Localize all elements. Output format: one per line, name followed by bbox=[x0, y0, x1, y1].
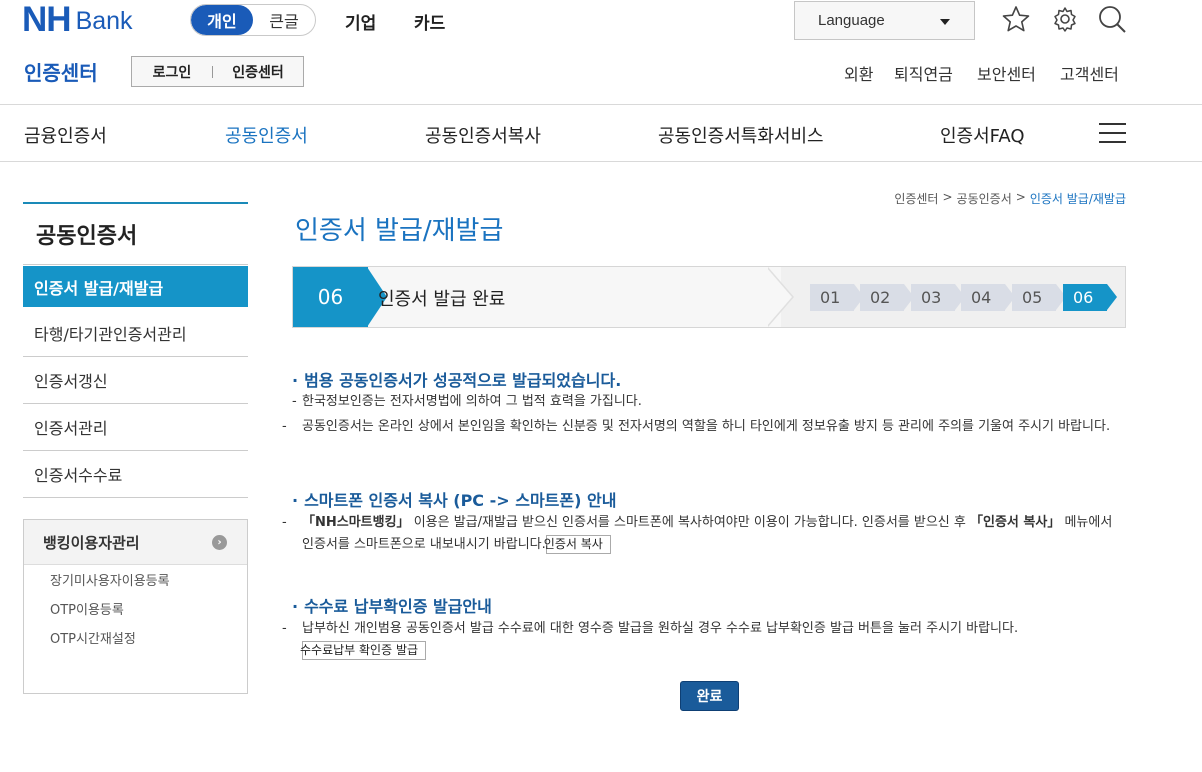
notice-line: - 「NH스마트뱅킹」 이용은 발급/재발급 받으신 인증서를 스마트폰에 복사하… bbox=[282, 515, 1113, 554]
step-pill: 02 bbox=[860, 284, 914, 311]
language-select[interactable]: Language bbox=[794, 1, 975, 40]
step-pill-active: 06 bbox=[1063, 284, 1117, 311]
current-step-number: 06 bbox=[293, 267, 368, 327]
step-pill: 03 bbox=[911, 284, 965, 311]
side-sub-otp-register[interactable]: OTP이용등록 bbox=[24, 594, 247, 623]
side-navigation: 공동인증서 인증서 발급/재발급 타행/타기관인증서관리 인증서갱신 인증서관리… bbox=[23, 202, 248, 694]
segment-personal[interactable]: 개인 bbox=[191, 5, 253, 35]
notice-text: 이용은 발급/재발급 받으신 인증서를 스마트폰에 복사하여야만 이용이 가능합… bbox=[413, 515, 966, 530]
banking-user-title[interactable]: 뱅킹이용자관리 › bbox=[24, 520, 247, 565]
breadcrumb-current: 인증서 발급/재발급 bbox=[1029, 192, 1126, 206]
logo-bank-text: Bank bbox=[75, 7, 133, 35]
side-item-renew[interactable]: 인증서갱신 bbox=[23, 357, 248, 404]
notice-text: 납부하신 개인범용 공동인증서 발급 수수료에 대한 영수증 발급을 원하실 경… bbox=[302, 621, 1019, 636]
side-sub-otp-resync[interactable]: OTP시간재설정 bbox=[24, 623, 247, 652]
notice-line: - 공동인증서는 온라인 상에서 본인임을 확인하는 신분증 및 전자서명의 역할… bbox=[282, 419, 1111, 434]
divider bbox=[0, 161, 1202, 162]
current-step-label: 인증서 발급 완료 bbox=[378, 289, 506, 310]
chevron-right-icon: > bbox=[942, 190, 953, 204]
cert-center-link[interactable]: 인증센터 bbox=[213, 62, 303, 82]
notice-line: - 한국정보인증는 전자서명법에 의하여 그 법적 효력을 가집니다. bbox=[292, 394, 642, 409]
gnb-financial-cert[interactable]: 금융인증서 bbox=[24, 122, 107, 148]
fee-receipt-button[interactable]: 수수료납부 확인증 발급 bbox=[300, 641, 427, 660]
caret-down-icon bbox=[940, 19, 950, 25]
banking-user-box: 뱅킹이용자관리 › 장기미사용자이용등록 OTP이용등록 OTP시간재설정 bbox=[23, 519, 248, 694]
language-label: Language bbox=[818, 12, 885, 29]
side-item-issue-reissue[interactable]: 인증서 발급/재발급 bbox=[23, 266, 248, 310]
hamburger-icon[interactable] bbox=[1099, 123, 1126, 144]
breadcrumb-item[interactable]: 공동인증서 bbox=[957, 190, 1012, 207]
nh-bank-logo[interactable]: NH Bank bbox=[22, 0, 133, 39]
step-pill: 04 bbox=[961, 284, 1015, 311]
util-link-forex[interactable]: 외환 bbox=[844, 61, 873, 85]
page-title: 인증서 발급/재발급 bbox=[295, 216, 504, 246]
complete-button[interactable]: 완료 bbox=[680, 681, 739, 711]
step-pill: 01 bbox=[810, 284, 864, 311]
top-menu-business[interactable]: 기업 bbox=[345, 9, 376, 34]
divider bbox=[0, 104, 1202, 105]
login-link[interactable]: 로그인 bbox=[132, 62, 212, 82]
notice-text: 한국정보인증는 전자서명법에 의하여 그 법적 효력을 가집니다. bbox=[302, 394, 642, 409]
notice-bold-text: 「NH스마트뱅킹」 bbox=[302, 515, 410, 530]
search-icon[interactable] bbox=[1097, 4, 1127, 34]
banking-user-label: 뱅킹이용자관리 bbox=[43, 533, 140, 552]
util-link-pension[interactable]: 퇴직연금 bbox=[894, 61, 953, 85]
breadcrumb-item[interactable]: 인증센터 bbox=[894, 190, 938, 207]
step-separator bbox=[766, 267, 792, 327]
section-title-issued: 범용 공동인증서가 성공적으로 발급되었습니다. bbox=[292, 367, 621, 391]
side-item-manage[interactable]: 인증서관리 bbox=[23, 404, 248, 451]
cert-center-subnav: 로그인 인증센터 bbox=[131, 56, 304, 87]
personal-largefont-toggle: 개인 큰글 bbox=[190, 4, 316, 36]
notice-line: - 납부하신 개인범용 공동인증서 발급 수수료에 대한 영수증 발급을 원하실 … bbox=[282, 618, 1128, 662]
section-title-fee-receipt: 수수료 납부확인증 발급안내 bbox=[292, 593, 492, 617]
gnb-joint-cert[interactable]: 공동인증서 bbox=[225, 122, 308, 148]
notice-bold-text: 「인증서 복사」 bbox=[970, 515, 1061, 530]
chevron-right-icon: > bbox=[1015, 190, 1026, 204]
breadcrumb: 인증센터 > 공동인증서 > 인증서 발급/재발급 bbox=[894, 190, 1126, 207]
cert-copy-button[interactable]: 인증서 복사 bbox=[544, 535, 611, 554]
gear-icon[interactable] bbox=[1050, 4, 1080, 34]
side-nav-title: 공동인증서 bbox=[23, 202, 248, 265]
gnb-special-service[interactable]: 공동인증서특화서비스 bbox=[658, 122, 824, 148]
chevron-right-icon: › bbox=[212, 535, 227, 550]
notice-text: 공동인증서는 온라인 상에서 본인임을 확인하는 신분증 및 전자서명의 역할을… bbox=[302, 419, 1111, 434]
step-pill: 05 bbox=[1012, 284, 1066, 311]
gnb-cert-copy[interactable]: 공동인증서복사 bbox=[425, 122, 541, 148]
side-item-fee[interactable]: 인증서수수료 bbox=[23, 451, 248, 498]
util-link-customer[interactable]: 고객센터 bbox=[1060, 61, 1119, 85]
star-icon[interactable] bbox=[1001, 4, 1031, 34]
side-item-other-bank-cert[interactable]: 타행/타기관인증서관리 bbox=[23, 310, 248, 357]
section-title-smartphone-copy: 스마트폰 인증서 복사 (PC -> 스마트폰) 안내 bbox=[292, 487, 616, 511]
util-link-security[interactable]: 보안센터 bbox=[977, 61, 1036, 85]
step-indicator: 06 인증서 발급 완료 01 02 03 04 05 06 bbox=[292, 266, 1126, 328]
logo-nh-text: NH bbox=[22, 0, 72, 39]
cert-center-title[interactable]: 인증센터 bbox=[24, 57, 98, 86]
top-menu-card[interactable]: 카드 bbox=[414, 9, 445, 34]
side-sub-long-unused[interactable]: 장기미사용자이용등록 bbox=[24, 565, 247, 594]
gnb-cert-faq[interactable]: 인증서FAQ bbox=[940, 122, 1025, 148]
segment-large-font[interactable]: 큰글 bbox=[253, 5, 315, 35]
